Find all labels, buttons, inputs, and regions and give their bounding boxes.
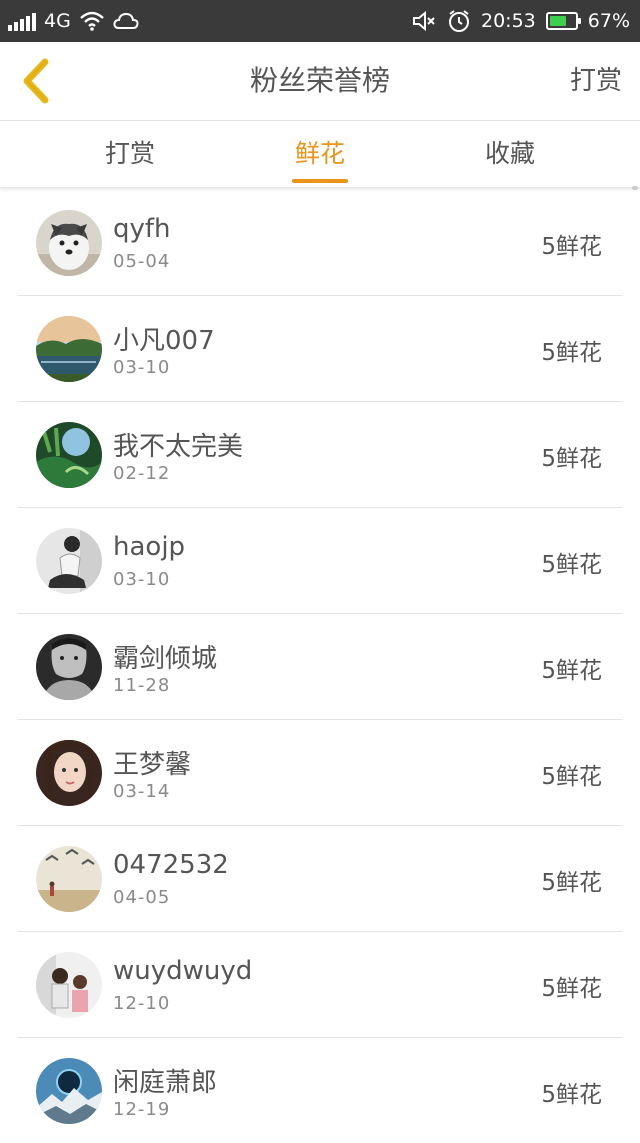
status-right: 20:53 67% [411, 0, 630, 42]
avatar[interactable] [36, 528, 102, 594]
chevron-left-icon [23, 58, 49, 104]
fan-date: 12-10 [113, 993, 171, 1014]
fan-date: 11-28 [113, 675, 171, 696]
flower-count: 5鲜花 [541, 552, 602, 578]
fan-date: 03-10 [113, 569, 171, 590]
fan-date: 03-14 [113, 781, 171, 802]
list-item[interactable]: haojp 03-10 5鲜花 [18, 508, 622, 614]
battery-fill [549, 16, 566, 26]
list-item[interactable]: 我不太完美 02-12 5鲜花 [18, 402, 622, 508]
battery-icon [545, 12, 581, 30]
flower-count: 5鲜花 [541, 658, 602, 684]
list-item[interactable]: 小凡007 03-10 5鲜花 [18, 296, 622, 402]
fan-name: 我不太完美 [113, 432, 244, 462]
list-item[interactable]: 霸剑倾城 11-28 5鲜花 [18, 614, 622, 720]
tab-favorites[interactable]: 收藏 [450, 121, 570, 187]
avatar[interactable] [36, 634, 102, 700]
clock: 20:53 [481, 10, 536, 32]
fan-date: 12-19 [113, 1099, 171, 1120]
reward-button[interactable]: 打赏 [570, 42, 622, 120]
avatar[interactable] [36, 740, 102, 806]
signal-icon [8, 11, 36, 31]
fan-date: 03-10 [113, 357, 171, 378]
avatar[interactable] [36, 422, 102, 488]
fan-list: qyfh 05-04 5鲜花 小凡007 03-10 5鲜花 我不太完美 02-… [0, 190, 640, 1143]
tab-reward[interactable]: 打赏 [70, 121, 190, 187]
tab-label: 收藏 [484, 139, 535, 168]
list-item[interactable]: 王梦馨 03-14 5鲜花 [18, 720, 622, 826]
status-bar: 4G 20:53 67% [0, 0, 640, 42]
fan-name: 闲庭萧郎 [113, 1068, 218, 1098]
fan-name: haojp [113, 532, 186, 562]
fan-date: 05-04 [113, 251, 171, 272]
battery-percent: 67% [587, 10, 630, 32]
status-left: 4G [8, 0, 139, 42]
avatar[interactable] [36, 210, 102, 276]
avatar[interactable] [36, 1058, 102, 1124]
network-type: 4G [44, 10, 71, 32]
tab-bar: 打赏 鲜花 收藏 [0, 121, 640, 188]
mute-icon [413, 10, 435, 32]
avatar[interactable] [36, 846, 102, 912]
fan-name: 小凡007 [113, 326, 215, 356]
page-title: 粉丝荣誉榜 [249, 64, 390, 97]
avatar[interactable] [36, 952, 102, 1018]
fan-name: 王梦馨 [113, 750, 192, 780]
list-item[interactable]: wuydwuyd 12-10 5鲜花 [18, 932, 622, 1038]
tab-flowers[interactable]: 鲜花 [260, 121, 380, 187]
avatar[interactable] [36, 316, 102, 382]
flower-count: 5鲜花 [541, 764, 602, 790]
list-item[interactable]: qyfh 05-04 5鲜花 [18, 190, 622, 296]
list-item[interactable]: 0472532 04-05 5鲜花 [18, 826, 622, 932]
fan-name: qyfh [113, 214, 171, 244]
flower-count: 5鲜花 [541, 976, 602, 1002]
active-tab-indicator [292, 179, 348, 183]
flower-count: 5鲜花 [541, 870, 602, 896]
flower-count: 5鲜花 [541, 446, 602, 472]
tab-label: 打赏 [104, 139, 155, 168]
fan-name: 0472532 [113, 850, 229, 880]
nav-bar: 粉丝荣誉榜 打赏 [0, 42, 640, 121]
fan-name: wuydwuyd [113, 956, 253, 986]
back-button[interactable] [12, 54, 60, 108]
flower-count: 5鲜花 [541, 234, 602, 260]
wifi-icon [80, 11, 104, 31]
list-item[interactable]: 闲庭萧郎 12-19 5鲜花 [18, 1038, 622, 1143]
flower-count: 5鲜花 [541, 1082, 602, 1108]
flower-count: 5鲜花 [541, 340, 602, 366]
fan-date: 04-05 [113, 887, 171, 908]
cloud-icon [113, 12, 139, 29]
tab-label: 鲜花 [294, 139, 345, 168]
alarm-icon [449, 10, 469, 32]
fan-name: 霸剑倾城 [113, 644, 218, 674]
fan-date: 02-12 [113, 463, 171, 484]
